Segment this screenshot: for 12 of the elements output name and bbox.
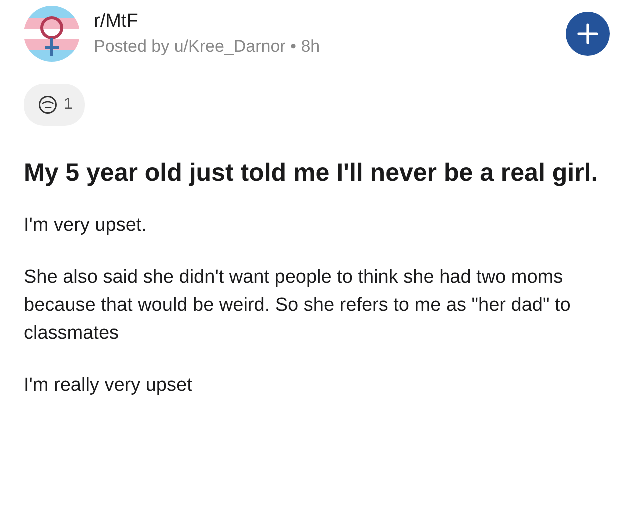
post-paragraph: I'm really very upset [24,374,194,398]
post-paragraph: I'm very upset. [24,214,148,238]
community-name[interactable]: r/MtF [94,11,138,33]
post-paragraph: She also said she didn't want people to think she had two moms because that would be weird. So she refers to me as "her dad" to classmates [24,266,572,346]
post-byline: Posted by u/Kree_Darnor • 8h [94,37,320,57]
join-button[interactable] [566,12,610,56]
plus-icon [576,22,600,46]
award-count: 1 [64,96,73,114]
award-badge[interactable]: 1 [24,84,85,126]
post-title: My 5 year old just told me I'll never be a real girl. [24,158,600,189]
award-icon [36,94,60,116]
community-avatar-icon[interactable] [24,6,80,62]
